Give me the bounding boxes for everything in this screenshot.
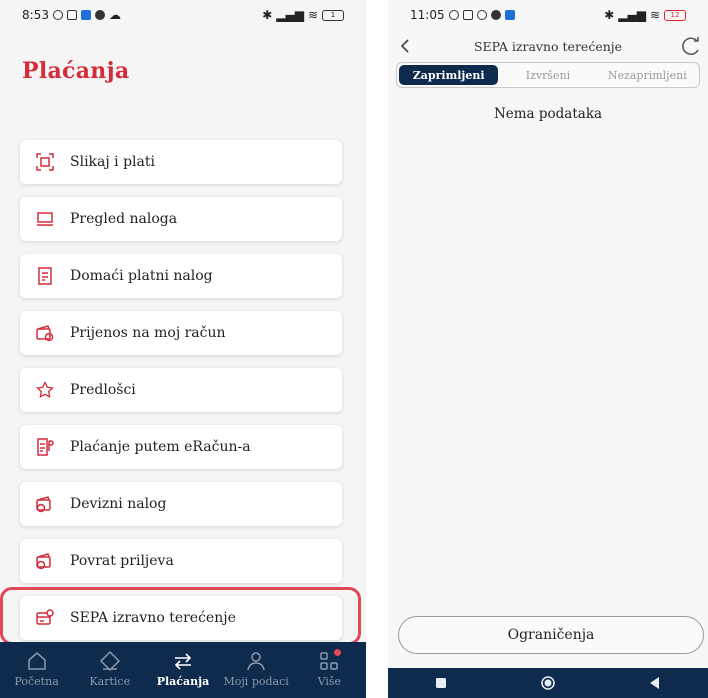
user-icon <box>247 652 265 671</box>
status-time: 8:53 <box>22 8 49 22</box>
payments-menu: Slikaj i plati Pregled naloga Domaći pla… <box>20 140 342 653</box>
battery-icon: 12 <box>664 9 686 21</box>
status-time: 11:05 <box>410 8 445 22</box>
star-icon <box>36 381 54 399</box>
einvoice-icon <box>37 438 54 456</box>
currency-wallet-icon <box>36 496 51 513</box>
alarm-icon <box>448 10 459 20</box>
inbox-icon <box>37 212 53 226</box>
limits-button[interactable]: Ograničenja <box>398 616 704 654</box>
status-bar: 8:53 ☁ ✱ ▂▄▆ ≋ 1 <box>0 0 366 30</box>
menu-item-order-overview[interactable]: Pregled naloga <box>20 197 342 241</box>
menu-item-scan-and-pay[interactable]: Slikaj i plati <box>20 140 342 184</box>
document-icon <box>38 267 52 285</box>
notification-icon <box>66 10 77 20</box>
menu-item-label: Slikaj i plati <box>70 154 155 170</box>
nav-label: Kartice <box>89 675 131 688</box>
menu-item-templates[interactable]: Predlošci <box>20 368 342 412</box>
cloud-icon: ☁ <box>108 8 121 22</box>
signal-icon: ▂▄▆ <box>618 8 646 22</box>
back-arrow-icon[interactable] <box>396 36 416 56</box>
menu-item-sepa-direct-debit[interactable]: SEPA izravno terećenje <box>20 596 342 640</box>
nav-label: Početna <box>14 675 59 688</box>
sepa-direct-debit-screen: 11:05 ✱ ▂▄▆ ≋ 12 SEPA izravno terećenje … <box>388 0 708 698</box>
empty-state-message: Nema podataka <box>493 106 603 122</box>
page-title: Plaćanja <box>22 58 130 84</box>
menu-item-label: Predlošci <box>70 382 136 398</box>
battery-icon: 1 <box>322 9 344 21</box>
nav-cards[interactable]: Kartice <box>75 650 145 688</box>
app-notification-icon <box>504 10 515 20</box>
bluetooth-icon: ✱ <box>262 8 273 22</box>
menu-item-label: Plaćanje putem eRačun-a <box>70 439 251 455</box>
screen-header: SEPA izravno terećenje <box>388 30 708 62</box>
menu-item-transfer-to-own-account[interactable]: Prijenos na moj račun <box>20 311 342 355</box>
nav-home[interactable]: Početna <box>2 650 72 688</box>
sepa-card-icon <box>36 609 54 625</box>
wifi-icon: ≋ <box>649 8 660 22</box>
bluetooth-icon: ✱ <box>604 8 615 22</box>
system-navigation-bar <box>388 668 708 698</box>
home-button-icon[interactable] <box>541 676 555 690</box>
tab-not-received[interactable]: Nezaprimljeni <box>598 65 697 85</box>
menu-item-inflow-return[interactable]: Povrat priljeva <box>20 539 342 583</box>
nav-label: Plaćanja <box>156 675 210 688</box>
nav-my-data[interactable]: Moji podaci <box>221 650 291 688</box>
signal-icon: ▂▄▆ <box>276 8 304 22</box>
menu-item-label: Devizni nalog <box>70 496 167 512</box>
notification-icon <box>462 10 473 20</box>
notification-icon <box>476 10 487 20</box>
home-icon <box>27 652 46 670</box>
app-notification-icon <box>94 10 105 20</box>
menu-item-label: Povrat priljeva <box>70 553 174 569</box>
app-notification-icon <box>490 10 501 20</box>
refresh-icon[interactable] <box>680 35 702 57</box>
wallet-transfer-icon <box>36 325 54 342</box>
menu-item-foreign-currency-order[interactable]: Devizni nalog <box>20 482 342 526</box>
tab-executed[interactable]: Izvršeni <box>498 65 597 85</box>
menu-item-label: Prijenos na moj račun <box>70 325 226 341</box>
nav-label: Više <box>317 675 342 688</box>
menu-item-label: Domaći platni nalog <box>70 268 213 284</box>
alarm-icon <box>52 10 63 20</box>
screen-title: SEPA izravno terećenje <box>473 38 623 54</box>
app-notification-icon <box>80 10 91 20</box>
menu-item-label: Pregled naloga <box>70 211 178 227</box>
menu-item-domestic-payment[interactable]: Domaći platni nalog <box>20 254 342 298</box>
menu-item-einvoice-payment[interactable]: Plaćanje putem eRačun-a <box>20 425 342 469</box>
status-bar: 11:05 ✱ ▂▄▆ ≋ 12 <box>388 0 708 30</box>
back-button-icon[interactable] <box>648 676 662 690</box>
nav-more[interactable]: Više <box>294 649 364 688</box>
tab-received[interactable]: Zaprimljeni <box>399 65 499 85</box>
qr-scan-icon <box>36 153 54 171</box>
bottom-navigation: Početna Kartice Plaćanja Moji podaci Viš… <box>0 642 366 698</box>
tab-bar: Zaprimljeni Izvršeni Nezaprimljeni <box>396 62 700 88</box>
payments-screen: 8:53 ☁ ✱ ▂▄▆ ≋ 1 Plaćanja Slikaj i plati… <box>0 0 366 698</box>
return-wallet-icon <box>36 553 51 570</box>
menu-item-label: SEPA izravno terećenje <box>70 610 236 626</box>
transfer-icon <box>174 653 192 670</box>
wifi-icon: ≋ <box>307 8 318 22</box>
nav-payments[interactable]: Plaćanja <box>148 650 218 688</box>
card-icon <box>99 650 120 672</box>
nav-label: Moji podaci <box>223 675 289 688</box>
recent-apps-icon[interactable] <box>434 676 448 690</box>
